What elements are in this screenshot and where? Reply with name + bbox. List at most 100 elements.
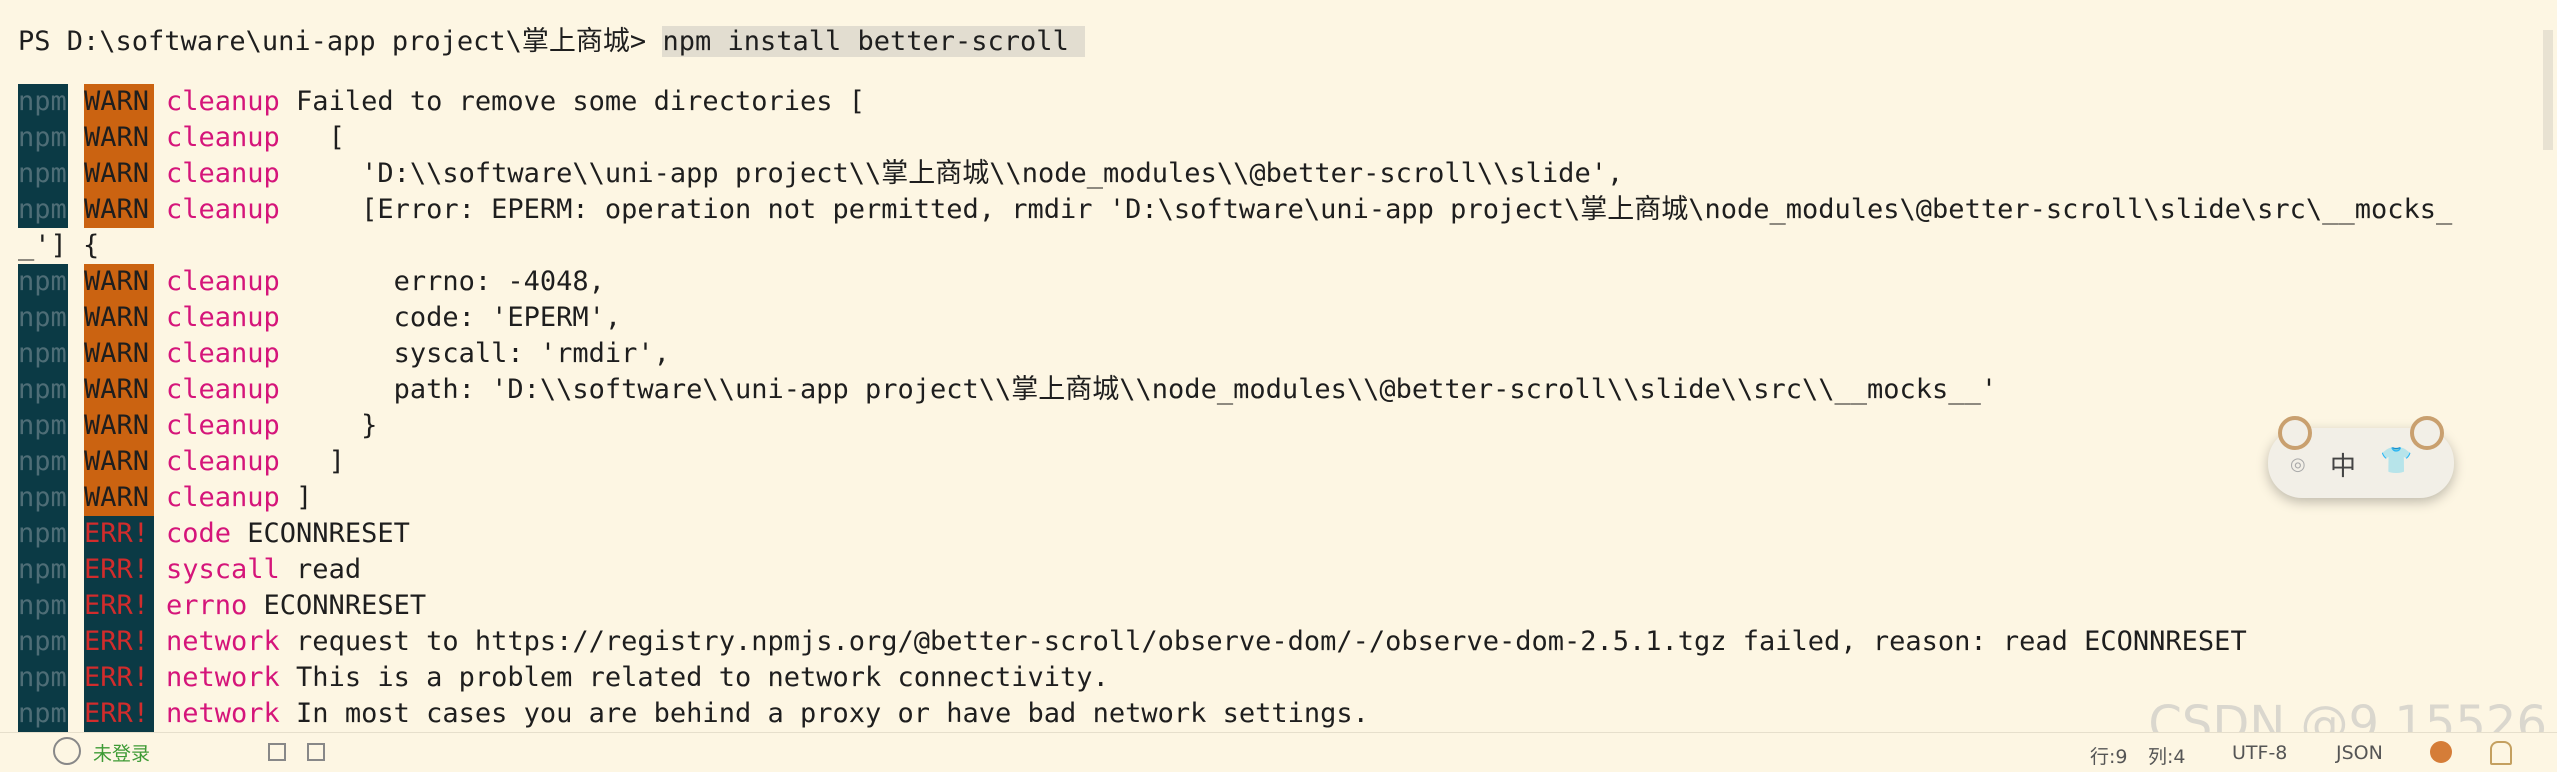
login-status[interactable]: 未登录 — [53, 737, 151, 766]
error-level-tag: ERR! — [84, 624, 154, 660]
log-category: cleanup — [166, 194, 280, 225]
log-message: errno: -4048, — [279, 266, 605, 297]
error-level-tag: ERR! — [84, 516, 154, 552]
language-mode[interactable]: JSON — [2336, 742, 2383, 764]
log-category: errno — [166, 590, 248, 621]
npm-tag: npm — [18, 300, 68, 336]
log-line: npm WARN cleanup [Error: EPERM: operation … — [18, 192, 2530, 228]
prompt-line: PS D:\software\uni-app project\掌上商城> npm… — [18, 24, 2530, 60]
npm-tag: npm — [18, 552, 68, 588]
npm-tag: npm — [18, 192, 68, 228]
ime-ear-left-icon — [2278, 416, 2312, 450]
log-line: npm WARN cleanup ] — [18, 444, 2530, 480]
log-message: In most cases you are behind a proxy or … — [279, 698, 1369, 729]
log-message: request to https://registry.npmjs.org/@b… — [279, 626, 2247, 657]
npm-tag: npm — [18, 588, 68, 624]
log-message: [Error: EPERM: operation not permitted, … — [279, 194, 2453, 225]
log-category: code — [166, 518, 232, 549]
user-icon — [53, 737, 81, 765]
log-category: network — [166, 626, 280, 657]
npm-tag: npm — [18, 696, 68, 732]
log-message: ] — [279, 446, 345, 477]
log-message: [ — [279, 122, 345, 153]
log-message: 'D:\\software\\uni-app project\\掌上商城\\no… — [279, 158, 1624, 189]
log-category: cleanup — [166, 374, 280, 405]
cursor-column[interactable]: 列:4 — [2148, 742, 2186, 769]
error-level-tag: ERR! — [84, 552, 154, 588]
warn-level-tag: WARN — [84, 444, 154, 480]
warn-level-tag: WARN — [84, 84, 154, 120]
npm-tag: npm — [18, 444, 68, 480]
warn-level-tag: WARN — [84, 336, 154, 372]
log-message: ] — [279, 482, 313, 513]
error-level-tag: ERR! — [84, 696, 154, 732]
scrollbar-thumb[interactable] — [2543, 30, 2553, 150]
warn-level-tag: WARN — [84, 372, 154, 408]
log-line: npm WARN cleanup syscall: 'rmdir', — [18, 336, 2530, 372]
log-line: npm WARN cleanup } — [18, 408, 2530, 444]
ime-toolbar[interactable]: ◎ 中 👕 — [2268, 416, 2454, 498]
warn-level-tag: WARN — [84, 264, 154, 300]
warn-level-tag: WARN — [84, 156, 154, 192]
npm-tag: npm — [18, 264, 68, 300]
log-line: npm WARN cleanup 'D:\\software\\uni-app pr… — [18, 156, 2530, 192]
prompt: PS D:\software\uni-app project\掌上商城> — [18, 26, 663, 57]
terminal-scrollbar[interactable] — [2530, 0, 2557, 726]
log-category: cleanup — [166, 266, 280, 297]
log-message: path: 'D:\\software\\uni-app project\\掌上… — [279, 374, 1998, 405]
log-message: ECONNRESET — [231, 518, 410, 549]
ime-settings-icon[interactable]: ◎ — [2290, 454, 2306, 475]
log-message: This is a problem related to network con… — [279, 662, 1109, 693]
npm-tag: npm — [18, 84, 68, 120]
npm-tag: npm — [18, 660, 68, 696]
log-line: npm ERR! network This is a problem related… — [18, 660, 2530, 696]
ime-skin-icon[interactable]: 👕 — [2380, 446, 2412, 476]
npm-tag: npm — [18, 516, 68, 552]
log-category: cleanup — [166, 410, 280, 441]
log-category: cleanup — [166, 122, 280, 153]
log-category: cleanup — [166, 302, 280, 333]
log-line: npm WARN cleanup errno: -4048, — [18, 264, 2530, 300]
log-message: ECONNRESET — [247, 590, 427, 621]
log-category: network — [166, 662, 280, 693]
ime-language-toggle[interactable]: 中 — [2330, 446, 2356, 483]
sync-icon[interactable] — [2430, 741, 2452, 763]
notification-bell-icon[interactable] — [2490, 741, 2512, 765]
log-line: npm WARN cleanup [ — [18, 120, 2530, 156]
encoding-selector[interactable]: UTF-8 — [2232, 742, 2287, 764]
log-line: npm ERR! code ECONNRESET — [18, 516, 2530, 552]
error-level-tag: ERR! — [84, 588, 154, 624]
npm-tag: npm — [18, 156, 68, 192]
warn-level-tag: WARN — [84, 192, 154, 228]
npm-tag: npm — [18, 408, 68, 444]
log-message: Failed to remove some directories [ — [279, 86, 865, 117]
terminal-icon[interactable] — [307, 743, 325, 761]
npm-tag: npm — [18, 480, 68, 516]
status-bar: 未登录 行:9 列:4 UTF-8 JSON — [0, 732, 2557, 772]
outline-list-icon[interactable] — [268, 743, 286, 761]
warn-level-tag: WARN — [84, 300, 154, 336]
log-category: cleanup — [166, 482, 280, 513]
log-message: code: 'EPERM', — [279, 302, 622, 333]
log-continuation: _'] { — [18, 230, 100, 261]
log-message: read — [279, 554, 362, 585]
npm-tag: npm — [18, 336, 68, 372]
log-line: npm WARN cleanup Failed to remove some dir… — [18, 84, 2530, 120]
log-line: npm ERR! network request to https://regist… — [18, 624, 2530, 660]
terminal-panel[interactable]: PS D:\software\uni-app project\掌上商城> npm… — [0, 0, 2530, 732]
cursor-line[interactable]: 行:9 — [2090, 742, 2128, 769]
warn-level-tag: WARN — [84, 408, 154, 444]
log-line: npm ERR! errno ECONNRESET — [18, 588, 2530, 624]
log-line: _'] { — [18, 228, 2530, 264]
log-message: } — [279, 410, 378, 441]
error-level-tag: ERR! — [84, 660, 154, 696]
log-category: cleanup — [166, 446, 280, 477]
log-category: syscall — [166, 554, 280, 585]
command-text: npm install better-scroll — [662, 26, 1086, 57]
log-line: npm ERR! syscall read — [18, 552, 2530, 588]
log-category: network — [166, 698, 280, 729]
log-line: npm WARN cleanup code: 'EPERM', — [18, 300, 2530, 336]
login-label: 未登录 — [93, 743, 151, 765]
log-message: syscall: 'rmdir', — [279, 338, 670, 369]
log-line: npm WARN cleanup path: 'D:\\software\\uni-… — [18, 372, 2530, 408]
